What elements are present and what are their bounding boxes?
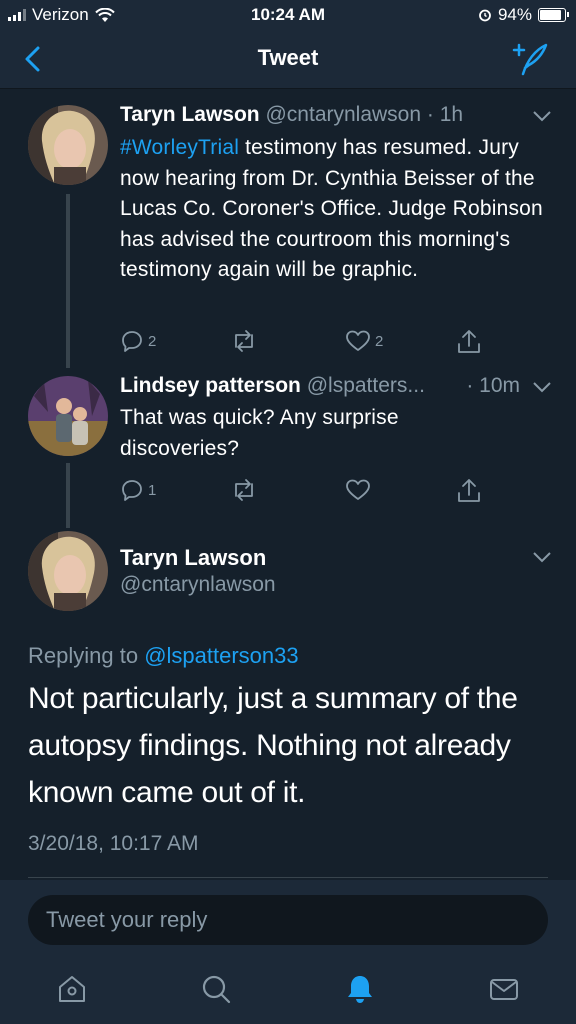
reply-icon[interactable] — [120, 478, 144, 502]
main-tweet-text: Not particularly, just a summary of the … — [28, 682, 518, 809]
tweet-timestamp: 3/20/18, 10:17 AM — [28, 832, 199, 855]
share-icon[interactable] — [456, 478, 482, 504]
tweet-text: #WorleyTrial testimony has resumed. Jury… — [120, 136, 543, 281]
avatar[interactable] — [28, 531, 108, 611]
replying-to: Replying to @lspatterson33 — [28, 643, 299, 668]
chevron-down-icon[interactable] — [532, 110, 552, 122]
like-heart-icon[interactable] — [345, 329, 371, 353]
hashtag-link[interactable]: #WorleyTrial — [120, 136, 239, 159]
share-icon[interactable] — [456, 329, 482, 355]
tab-notifications[interactable] — [343, 972, 377, 1006]
battery-percent: 94% — [497, 5, 532, 24]
reply-count: 1 — [148, 481, 157, 499]
status-bar: Verizon 10:24 AM 94% — [0, 0, 576, 30]
notifications-bell-icon — [348, 976, 372, 1003]
tab-search[interactable] — [199, 972, 233, 1006]
thread-connector-line — [66, 463, 70, 528]
retweet-icon[interactable] — [230, 329, 258, 353]
author-name[interactable]: Taryn Lawson — [120, 545, 266, 571]
alarm-icon — [479, 9, 491, 22]
reply-input[interactable] — [28, 895, 548, 945]
page-title: Tweet — [257, 45, 319, 70]
author-name[interactable]: Taryn Lawson — [120, 103, 260, 126]
reply-icon[interactable] — [120, 329, 144, 353]
thread-tweet[interactable]: Lindsey patterson @lspatters... · 10m Th… — [0, 368, 576, 528]
search-icon — [202, 975, 231, 1004]
tweet-text: That was quick? Any surprise discoveries… — [120, 406, 399, 460]
tweet-actions: 1 — [120, 478, 490, 504]
thread-connector-line — [66, 194, 70, 368]
divider — [28, 877, 548, 878]
chevron-down-icon[interactable] — [532, 381, 552, 393]
tweet-time: · 1h — [426, 103, 464, 126]
navigation-bar: Tweet — [0, 30, 576, 89]
chevron-down-icon[interactable] — [532, 551, 552, 563]
compose-tweet-icon[interactable] — [510, 41, 550, 77]
home-icon — [59, 976, 85, 1002]
author-handle[interactable]: @cntarynlawson — [265, 103, 421, 126]
like-count: 2 — [375, 332, 384, 350]
author-handle[interactable]: @lspatters... — [307, 374, 425, 397]
like-heart-icon[interactable] — [345, 478, 371, 502]
battery-icon — [538, 8, 569, 22]
messages-icon — [490, 979, 518, 1000]
retweet-icon[interactable] — [230, 478, 258, 502]
author-handle[interactable]: @cntarynlawson — [120, 573, 276, 597]
author-name[interactable]: Lindsey patterson — [120, 374, 301, 397]
avatar[interactable] — [28, 376, 108, 456]
tab-messages[interactable] — [487, 972, 521, 1006]
mention-link[interactable]: @lspatterson33 — [144, 643, 298, 668]
tab-home[interactable] — [55, 972, 89, 1006]
reply-count: 2 — [148, 332, 157, 350]
thread-tweet[interactable]: Taryn Lawson @cntarynlawson · 1h #Worley… — [0, 88, 576, 368]
tweet-actions: 2 2 — [120, 329, 490, 355]
bottom-bar — [0, 880, 576, 1024]
tweet-time: · 10m — [466, 374, 520, 397]
avatar[interactable] — [28, 105, 108, 185]
